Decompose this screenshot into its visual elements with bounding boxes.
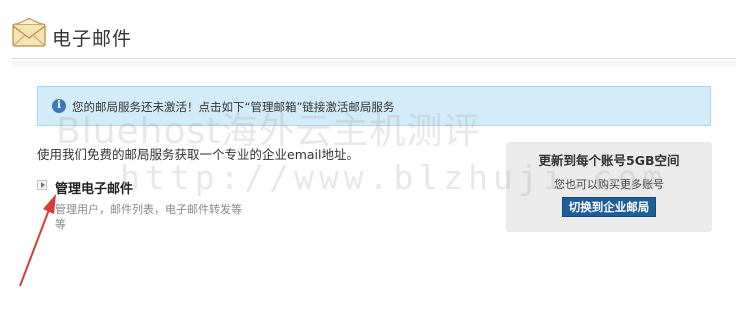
red-arrow-annotation — [19, 194, 56, 287]
